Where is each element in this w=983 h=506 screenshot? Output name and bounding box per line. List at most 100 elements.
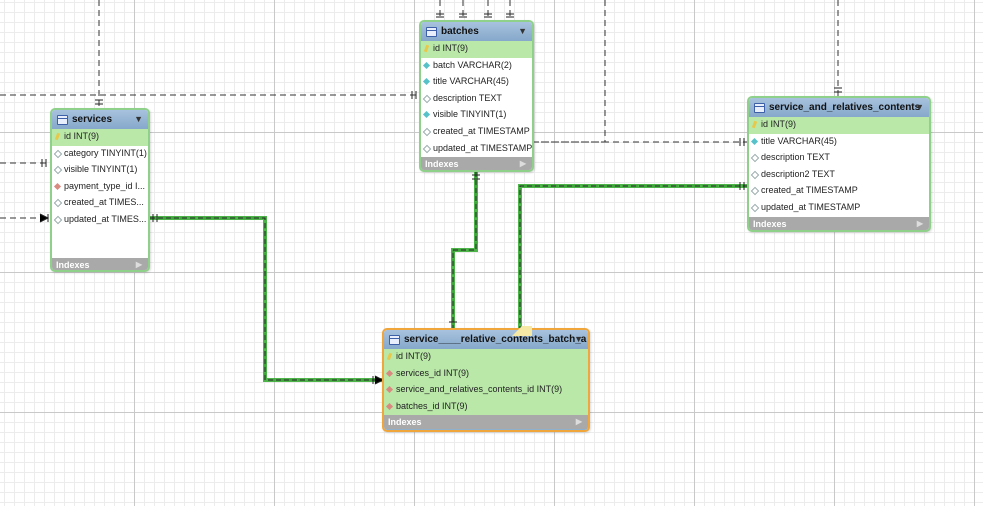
- dash-contents-junction: [519, 185, 748, 330]
- column-label: description TEXT: [433, 92, 502, 103]
- column-label: created_at TIMESTAMP: [433, 125, 530, 136]
- column-icon: [422, 94, 432, 104]
- collapse-toggle-icon[interactable]: ▼: [574, 330, 583, 349]
- column-row[interactable]: created_at TIMESTAMP: [421, 124, 532, 141]
- collapse-toggle-icon[interactable]: ▼: [134, 110, 143, 129]
- column-row[interactable]: created_at TIMES...: [52, 195, 148, 212]
- selection-marker: [512, 326, 532, 336]
- table-service-and-relatives-contents[interactable]: service_and_relatives_contents ▼ id INT(…: [747, 96, 931, 232]
- column-label: id INT(9): [396, 351, 432, 361]
- column-row[interactable]: id INT(9): [52, 129, 148, 146]
- expand-indexes-icon[interactable]: ▶: [520, 157, 526, 170]
- column-row[interactable]: batch VARCHAR(2): [421, 58, 532, 75]
- highlight-services-junction: [150, 216, 383, 382]
- column-label: title VARCHAR(45): [761, 135, 837, 146]
- column-row[interactable]: id INT(9): [384, 349, 588, 366]
- not-null-column-icon: [422, 111, 431, 119]
- table-title: services: [72, 114, 113, 125]
- column-icon: [53, 199, 63, 208]
- column-label: payment_type_id I...: [64, 180, 146, 191]
- primary-key-icon: [751, 120, 758, 129]
- column-icon: [53, 149, 63, 158]
- indexes-section[interactable]: Indexes ▶: [384, 415, 588, 430]
- column-row[interactable]: batches_id INT(9): [384, 398, 588, 416]
- column-row[interactable]: category TINYINT(1): [52, 146, 148, 163]
- column-row[interactable]: visible TINYINT(1): [421, 107, 532, 124]
- column-row[interactable]: title VARCHAR(45): [749, 134, 929, 151]
- column-row[interactable]: updated_at TIMES...: [52, 212, 148, 229]
- column-label: updated_at TIMESTAMP: [761, 201, 861, 212]
- table-title: service____relative_contents_batch_a: [404, 334, 587, 345]
- indexes-section[interactable]: Indexes ▶: [421, 157, 532, 170]
- column-icon: [750, 153, 760, 163]
- column-icon: [750, 203, 760, 213]
- foreign-key-icon: [53, 182, 62, 190]
- column-icon: [422, 144, 432, 153]
- column-label: services_id INT(9): [396, 367, 470, 378]
- table-service-relative-contents-batch[interactable]: service____relative_contents_batch_a ▼ i…: [382, 328, 590, 432]
- not-null-column-icon: [422, 78, 431, 86]
- expand-indexes-icon[interactable]: ▶: [917, 217, 923, 230]
- column-label: created_at TIMES...: [64, 197, 144, 208]
- column-row[interactable]: visible TINYINT(1): [52, 162, 148, 179]
- table-title: batches: [441, 26, 479, 37]
- expand-indexes-icon[interactable]: ▶: [136, 258, 142, 270]
- table-title: service_and_relatives_contents: [769, 102, 921, 113]
- indexes-label: Indexes: [425, 159, 459, 170]
- indexes-section[interactable]: Indexes ▶: [52, 257, 148, 270]
- table-services[interactable]: services ▼ id INT(9) category TINYINT(1) v…: [50, 108, 150, 272]
- column-label: updated_at TIMESTAMP: [433, 142, 532, 153]
- not-null-column-icon: [750, 137, 759, 145]
- rel-line-right-top: [533, 0, 606, 143]
- table-icon: [389, 335, 400, 345]
- column-label: service_and_relatives_contents_id INT(9): [396, 384, 563, 395]
- column-row[interactable]: id INT(9): [749, 117, 929, 134]
- collapse-toggle-icon[interactable]: ▼: [915, 98, 924, 117]
- column-row[interactable]: services_id INT(9): [384, 365, 588, 383]
- indexes-section[interactable]: Indexes ▶: [749, 216, 929, 230]
- column-label: updated_at TIMES...: [64, 213, 147, 224]
- column-row[interactable]: created_at TIMESTAMP: [749, 183, 929, 200]
- column-row[interactable]: updated_at TIMESTAMP: [421, 141, 532, 158]
- table-header[interactable]: services ▼: [52, 110, 148, 129]
- indexes-label: Indexes: [56, 259, 90, 270]
- column-label: category TINYINT(1): [64, 147, 147, 158]
- column-label: batches_id INT(9): [396, 400, 468, 411]
- column-icon: [53, 215, 63, 225]
- column-row[interactable]: id INT(9): [421, 41, 532, 58]
- column-icon: [750, 170, 760, 180]
- primary-key-icon: [54, 132, 61, 141]
- indexes-label: Indexes: [753, 218, 787, 229]
- primary-key-icon: [423, 44, 430, 53]
- foreign-key-icon: [385, 386, 394, 394]
- expand-indexes-icon[interactable]: ▶: [576, 415, 582, 429]
- table-header[interactable]: batches ▼: [421, 22, 532, 41]
- not-null-column-icon: [422, 61, 431, 69]
- mark-services-left-2: [39, 213, 50, 223]
- column-row[interactable]: description2 TEXT: [749, 167, 929, 184]
- column-label: title VARCHAR(45): [433, 76, 509, 87]
- column-row[interactable]: title VARCHAR(45): [421, 74, 532, 91]
- indexes-label: Indexes: [388, 417, 422, 428]
- table-header[interactable]: service____relative_contents_batch_a ▼: [384, 330, 588, 349]
- foreign-key-icon: [385, 402, 394, 410]
- column-row[interactable]: service_and_relatives_contents_id INT(9): [384, 382, 588, 399]
- column-label: id INT(9): [761, 119, 797, 129]
- collapse-toggle-icon[interactable]: ▼: [518, 22, 527, 41]
- column-row[interactable]: updated_at TIMESTAMP: [749, 200, 929, 217]
- primary-key-icon: [386, 352, 393, 361]
- foreign-key-icon: [385, 369, 394, 377]
- column-row[interactable]: description TEXT: [749, 150, 929, 167]
- table-header[interactable]: service_and_relatives_contents ▼: [749, 98, 929, 117]
- column-icon: [750, 187, 760, 196]
- column-label: description2 TEXT: [761, 168, 835, 179]
- table-batches[interactable]: batches ▼ id INT(9) batch VARCHAR(2) title…: [419, 20, 534, 172]
- column-icon: [422, 127, 432, 137]
- column-label: created_at TIMESTAMP: [761, 185, 858, 196]
- column-row[interactable]: payment_type_id I...: [52, 179, 148, 196]
- column-label: visible TINYINT(1): [64, 164, 138, 175]
- column-label: batch VARCHAR(2): [433, 59, 512, 70]
- column-row[interactable]: description TEXT: [421, 91, 532, 108]
- column-label: id INT(9): [64, 131, 100, 141]
- column-label: description TEXT: [761, 152, 830, 163]
